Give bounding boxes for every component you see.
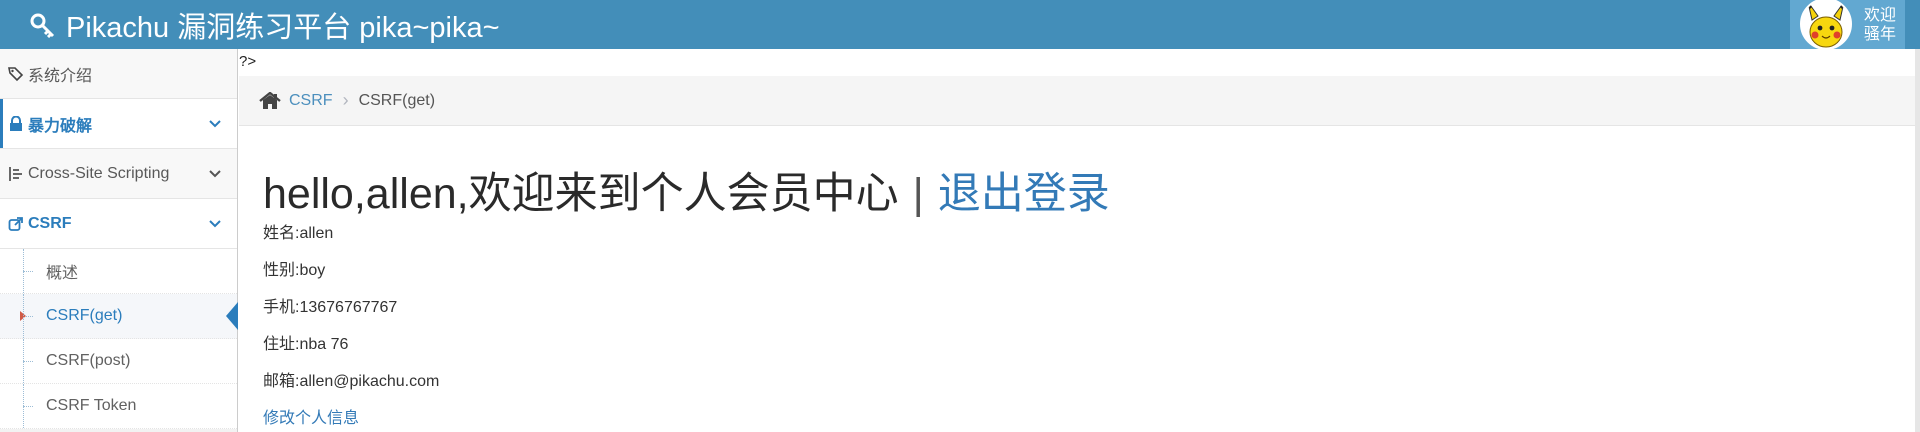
brand-link[interactable]: Pikachu 漏洞练习平台 pika~pika~	[30, 0, 500, 49]
share-icon	[8, 216, 24, 232]
navbar-edge	[1905, 0, 1920, 49]
caret-right-icon	[20, 311, 26, 321]
chevron-down-icon	[207, 166, 223, 182]
key-icon	[30, 12, 56, 38]
submenu-item-overview[interactable]: 概述	[0, 249, 237, 294]
profile-email: 邮箱:allen@pikachu.com	[263, 373, 440, 390]
welcome-heading: hello,allen,欢迎来到个人会员中心	[263, 170, 899, 218]
list-icon	[8, 166, 24, 182]
greeting-line-1: 欢迎	[1864, 6, 1897, 24]
sidebar-item-label: Cross-Site Scripting	[28, 164, 170, 182]
chevron-down-icon	[207, 116, 223, 132]
profile-phone: 手机:13676767767	[263, 299, 398, 316]
page-title: hello,allen,欢迎来到个人会员中心 | 退出登录	[263, 159, 1110, 221]
breadcrumb-link-csrf[interactable]: CSRF	[289, 92, 333, 110]
profile-name: 姓名:allen	[263, 225, 334, 242]
profile-address: 住址:nba 76	[263, 336, 349, 353]
sidebar-item-label: CSRF	[28, 214, 72, 232]
tags-icon	[8, 66, 24, 82]
logout-link[interactable]: 退出登录	[938, 170, 1110, 218]
sidebar-item-label: 暴力破解	[28, 117, 93, 135]
scrollbar-track[interactable]	[1915, 49, 1920, 432]
submenu-item-csrf-token[interactable]: CSRF Token	[0, 384, 237, 429]
active-indicator	[226, 302, 238, 330]
stray-text: ?>	[239, 53, 257, 70]
submenu-item-label: 概述	[46, 265, 79, 282]
lock-icon	[8, 115, 24, 132]
profile-sex: 性别:boy	[263, 262, 326, 279]
user-menu[interactable]: 欢迎 骚年	[1790, 0, 1905, 50]
submenu-item-csrf-get[interactable]: CSRF(get)	[0, 294, 238, 339]
heading-separator: |	[912, 170, 924, 218]
breadcrumb: CSRF › CSRF(get)	[239, 76, 1920, 126]
sidebar-item-xss[interactable]: Cross-Site Scripting	[0, 149, 237, 199]
main-content: ?> CSRF › CSRF(get) hello,allen,欢迎来到个人会员…	[239, 49, 1920, 432]
avatar	[1800, 0, 1852, 50]
brand-title: Pikachu 漏洞练习平台 pika~pika~	[66, 11, 500, 44]
chevron-right-icon: ›	[342, 90, 349, 110]
home-icon[interactable]	[259, 90, 281, 110]
sidebar-item-bruteforce[interactable]: 暴力破解	[0, 99, 237, 149]
top-navbar: Pikachu 漏洞练习平台 pika~pika~ 欢迎 骚年	[0, 0, 1920, 50]
chevron-down-icon	[207, 216, 223, 232]
sidebar-item-label: 系统介绍	[28, 67, 93, 85]
breadcrumb-current: CSRF(get)	[358, 91, 436, 109]
submenu-item-label: CSRF(get)	[46, 307, 123, 324]
sidebar-item-csrf[interactable]: CSRF	[0, 199, 237, 249]
greeting-line-2: 骚年	[1864, 25, 1897, 43]
sidebar: 系统介绍 暴力破解 Cross-Site Scripting CSRF 概述 C…	[0, 49, 238, 432]
submenu-item-csrf-post[interactable]: CSRF(post)	[0, 339, 237, 384]
submenu-item-label: CSRF Token	[46, 397, 137, 414]
user-greeting: 欢迎 骚年	[1864, 6, 1896, 44]
csrf-submenu: 概述 CSRF(get) CSRF(post) CSRF Token	[0, 249, 238, 429]
sidebar-item-intro[interactable]: 系统介绍	[0, 49, 237, 99]
submenu-item-label: CSRF(post)	[46, 352, 131, 369]
edit-profile-link[interactable]: 修改个人信息	[263, 404, 359, 428]
